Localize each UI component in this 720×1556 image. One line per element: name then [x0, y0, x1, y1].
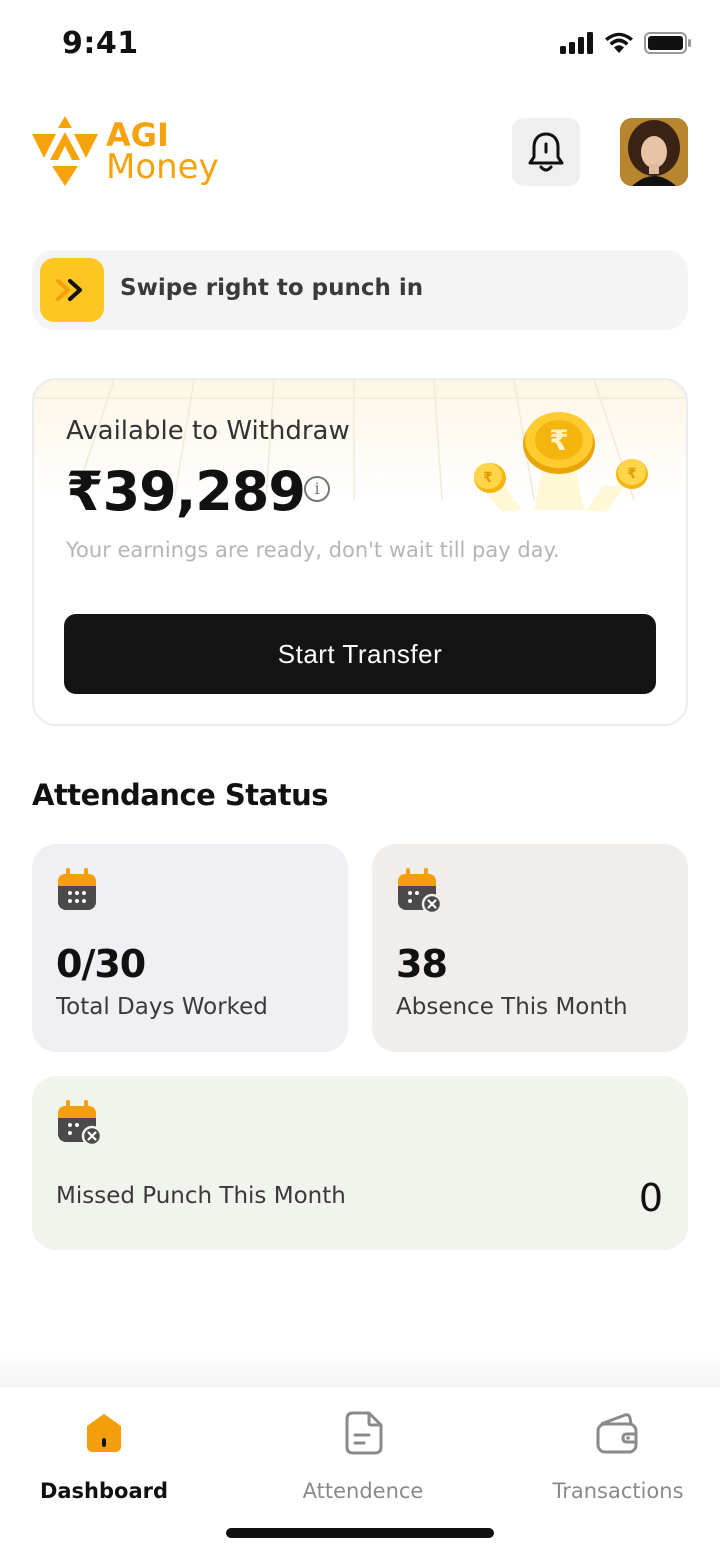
- total-days-label: Total Days Worked: [56, 994, 268, 1020]
- slider-handle[interactable]: [40, 258, 104, 322]
- nav-item-transactions[interactable]: Transactions: [518, 1409, 718, 1503]
- attendance-title: Attendance Status: [32, 778, 329, 812]
- notifications-button[interactable]: [512, 118, 580, 186]
- absence-value: 38: [396, 942, 448, 986]
- wifi-icon: [605, 32, 633, 53]
- calendar-cross-icon: [58, 1100, 103, 1146]
- profile-avatar[interactable]: [620, 118, 688, 186]
- app-logo: AGI Money: [32, 114, 219, 188]
- nav-label-transactions: Transactions: [552, 1479, 684, 1503]
- coins-illustration: ₹ ₹ ₹: [474, 412, 648, 512]
- nav-label-dashboard: Dashboard: [39, 1479, 169, 1503]
- status-bar: 9:41: [0, 0, 720, 88]
- absence-card[interactable]: 38 Absence This Month: [372, 844, 688, 1052]
- info-icon[interactable]: i: [304, 476, 330, 502]
- double-chevron-right-icon: [56, 279, 82, 301]
- withdraw-card: Available to Withdraw ₹39,289 i ₹ ₹ ₹ Yo…: [32, 378, 688, 726]
- punch-in-label: Swipe right to punch in: [120, 275, 424, 301]
- avatar-image: [620, 118, 688, 186]
- nav-item-dashboard[interactable]: Dashboard: [4, 1409, 204, 1503]
- logo-wordmark: AGI Money: [106, 119, 219, 187]
- svg-text:₹: ₹: [549, 424, 568, 457]
- app-header: AGI Money: [32, 110, 688, 196]
- missed-punch-label: Missed Punch This Month: [56, 1183, 346, 1209]
- withdraw-subtitle: Your earnings are ready, don't wait till…: [66, 538, 560, 562]
- absence-label: Absence This Month: [396, 994, 628, 1020]
- svg-text:₹: ₹: [627, 466, 637, 482]
- status-icons: [560, 32, 692, 54]
- document-icon: [345, 1411, 383, 1455]
- home-icon: [87, 1414, 121, 1452]
- start-transfer-button[interactable]: Start Transfer: [64, 614, 656, 694]
- logo-mark-icon: [32, 116, 98, 186]
- missed-punch-card[interactable]: Missed Punch This Month 0: [32, 1076, 688, 1250]
- nav-label-attendence: Attendence: [302, 1479, 424, 1503]
- battery-icon: [644, 32, 691, 54]
- withdraw-title: Available to Withdraw: [66, 416, 350, 446]
- logo-line-2: Money: [106, 147, 219, 187]
- missed-punch-value: 0: [638, 1176, 663, 1220]
- status-time: 9:41: [62, 26, 139, 61]
- nav-shadow: [0, 1350, 720, 1386]
- bell-icon: [528, 132, 564, 172]
- signal-icon: [560, 32, 593, 54]
- punch-in-slider[interactable]: Swipe right to punch in: [32, 250, 688, 330]
- total-days-value: 0/30: [56, 942, 146, 986]
- total-days-card[interactable]: 0/30 Total Days Worked: [32, 844, 348, 1052]
- home-indicator[interactable]: [226, 1528, 494, 1538]
- wallet-icon: [596, 1413, 638, 1454]
- svg-text:₹: ₹: [483, 470, 493, 486]
- withdraw-amount: ₹39,289: [66, 460, 306, 523]
- calendar-icon: [58, 868, 96, 910]
- nav-item-attendence[interactable]: Attendence: [263, 1409, 463, 1503]
- calendar-cross-icon: [398, 868, 443, 914]
